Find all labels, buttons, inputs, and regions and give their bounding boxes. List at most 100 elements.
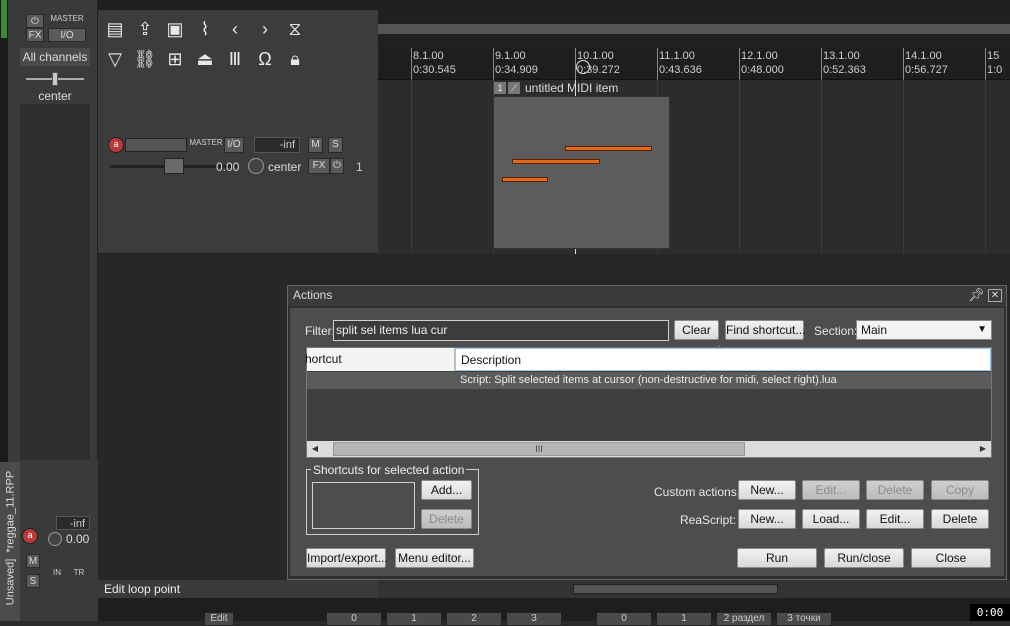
reascript-load-button[interactable]: Load... [802, 509, 860, 529]
custom-edit-button[interactable]: Edit... [802, 480, 860, 500]
arrange-scroll-thumb[interactable] [573, 584, 778, 594]
mini-pan-knob[interactable] [48, 532, 62, 546]
ruler-time-label: 0:43.636 [659, 64, 702, 76]
arrange-horizontal-scrollbar[interactable] [378, 580, 1010, 598]
fx-bypass-power-icon[interactable]: ⏻ [330, 158, 344, 174]
time-display: 0:00 [970, 604, 1010, 621]
custom-delete-button[interactable]: Delete [866, 480, 924, 500]
delete-shortcut-button[interactable]: Delete [421, 509, 472, 529]
add-shortcut-button[interactable]: Add... [421, 480, 472, 500]
filter-input[interactable]: split sel items lua cur [333, 320, 669, 341]
master-io-button[interactable]: I/O [48, 28, 86, 42]
master-channels-label[interactable]: All channels [20, 48, 90, 66]
volume-fader-knob[interactable] [164, 158, 184, 174]
link-icon[interactable]: ⛓ [132, 46, 158, 72]
pin-icon[interactable]: 📌︎ [968, 287, 985, 303]
scroll-right-arrow-icon[interactable]: ▶ [977, 443, 989, 455]
open-project-icon[interactable]: ⇪ [132, 16, 158, 42]
pan-knob[interactable] [248, 158, 264, 174]
clear-button[interactable]: Clear [674, 320, 719, 340]
edit-cursor-icon[interactable] [576, 60, 590, 74]
master-meter [20, 104, 90, 512]
midi-item[interactable] [493, 96, 670, 249]
custom-new-button[interactable]: New... [738, 480, 796, 500]
ruler-time-label: 0:52.363 [823, 64, 866, 76]
column-header-description[interactable]: Description [455, 348, 991, 371]
track-fx-button[interactable]: FX [308, 158, 330, 174]
section-select[interactable]: Main ▼ [856, 320, 992, 340]
mini-record-arm-button[interactable]: a [22, 528, 38, 544]
run-button[interactable]: Run [737, 548, 817, 568]
custom-copy-button[interactable]: Copy [931, 480, 989, 500]
find-shortcut-button[interactable]: Find shortcut... [725, 320, 805, 340]
ruler-time-label: 0:56.727 [905, 64, 948, 76]
shortcuts-group-label: Shortcuts for selected action [311, 463, 467, 477]
reascript-edit-button[interactable]: Edit... [866, 509, 924, 529]
run-close-button[interactable]: Run/close [824, 548, 904, 568]
midi-item-header[interactable]: 1 ⟋ untitled MIDI item [493, 81, 670, 96]
metronome-icon[interactable]: ⧖ [282, 16, 308, 42]
mute-button[interactable]: M [308, 137, 323, 153]
filter-label: Filter: [305, 324, 335, 338]
bottom-tab[interactable]: 3 точки [776, 612, 832, 626]
undo-arrow-icon[interactable]: ‹ [222, 16, 248, 42]
grid-icon[interactable]: ⊞ [162, 46, 188, 72]
grid-line [739, 80, 740, 254]
reascript-new-button[interactable]: New... [738, 509, 796, 529]
bottom-tab[interactable]: 2 [446, 612, 502, 626]
timeline-ruler[interactable]: 8.1.00 0:30.545 9.1.00 0:34.909 10.1.00 … [378, 48, 1010, 80]
timeline-loop-bar[interactable] [378, 24, 1010, 34]
track-name-field[interactable] [125, 138, 187, 152]
record-arm-button[interactable]: a [108, 137, 124, 153]
list-scroll-thumb[interactable]: III [333, 442, 745, 456]
bottom-tab[interactable]: 0 [596, 612, 652, 626]
redo-arrow-icon[interactable]: › [252, 16, 278, 42]
column-header-shortcut[interactable]: hortcut [305, 348, 455, 371]
bottom-tab[interactable]: 2 раздел [716, 612, 772, 626]
notes-icon[interactable]: ▤ [102, 16, 128, 42]
envelope-toggle-icon[interactable]: ⟋ [508, 82, 520, 94]
item-grouping-icon[interactable]: Ⅲ [222, 46, 248, 72]
menu-editor-button[interactable]: Menu editor... [395, 548, 474, 568]
solo-button[interactable]: S [328, 137, 343, 153]
scroll-left-arrow-icon[interactable]: ◀ [309, 443, 321, 455]
bottom-tab[interactable]: 3 [506, 612, 562, 626]
lock-icon[interactable]: 🔒︎ [282, 46, 308, 72]
mini-volume-readout: -inf [56, 516, 90, 530]
chevron-down-icon: ▼ [977, 324, 987, 335]
import-export-button[interactable]: Import/export... [306, 548, 388, 568]
paperclip-icon[interactable]: ⌇ [192, 16, 218, 42]
bottom-tab[interactable]: 0 [326, 612, 382, 626]
snap-magnet-icon[interactable]: Ω [252, 46, 278, 72]
master-power-icon[interactable]: ⏻ [26, 14, 44, 28]
volume-fader-value: 0.00 [216, 160, 240, 174]
bottom-tab[interactable]: 1 [386, 612, 442, 626]
master-pan-slider[interactable] [52, 72, 58, 86]
main-toolbar: ▤ ⇪ ▣ ⌇ ‹ › ⧖ ▽ ⛓ ⊞ ⏏ Ⅲ Ω 🔒︎ [98, 10, 378, 78]
save-icon[interactable]: ▣ [162, 16, 188, 42]
ripple-edit-icon[interactable]: ⏏ [192, 46, 218, 72]
midi-note [565, 146, 652, 151]
dialog-title: Actions [293, 288, 333, 302]
track-lane[interactable] [378, 80, 1010, 254]
master-fx-button[interactable]: FX [26, 28, 44, 42]
mini-solo-button[interactable]: S [26, 574, 40, 588]
status-text: Edit loop point [104, 582, 181, 596]
shortcuts-list[interactable] [312, 482, 415, 529]
reascript-delete-button[interactable]: Delete [931, 509, 989, 529]
envelope-icon[interactable]: ▽ [102, 46, 128, 72]
dialog-titlebar[interactable] [288, 286, 1006, 306]
close-button[interactable]: Close [911, 548, 991, 568]
grid-line [411, 80, 412, 254]
ruler-bar-label: 13.1.00 [823, 50, 860, 62]
section-label: Section: [814, 324, 858, 338]
close-icon[interactable]: ✕ [988, 289, 1002, 302]
take-number-icon[interactable]: 1 [494, 82, 506, 94]
sort-ascending-icon: ^ [717, 344, 722, 354]
bottom-tab[interactable]: 1 [656, 612, 712, 626]
project-tab[interactable]: Unsaved] *reggae_11.RPP [0, 462, 20, 621]
track-io-button[interactable]: I/O [224, 137, 244, 153]
custom-actions-label: Custom actions: [654, 485, 741, 499]
mini-mute-button[interactable]: M [26, 554, 40, 568]
bottom-tab[interactable]: Edit [204, 612, 234, 626]
